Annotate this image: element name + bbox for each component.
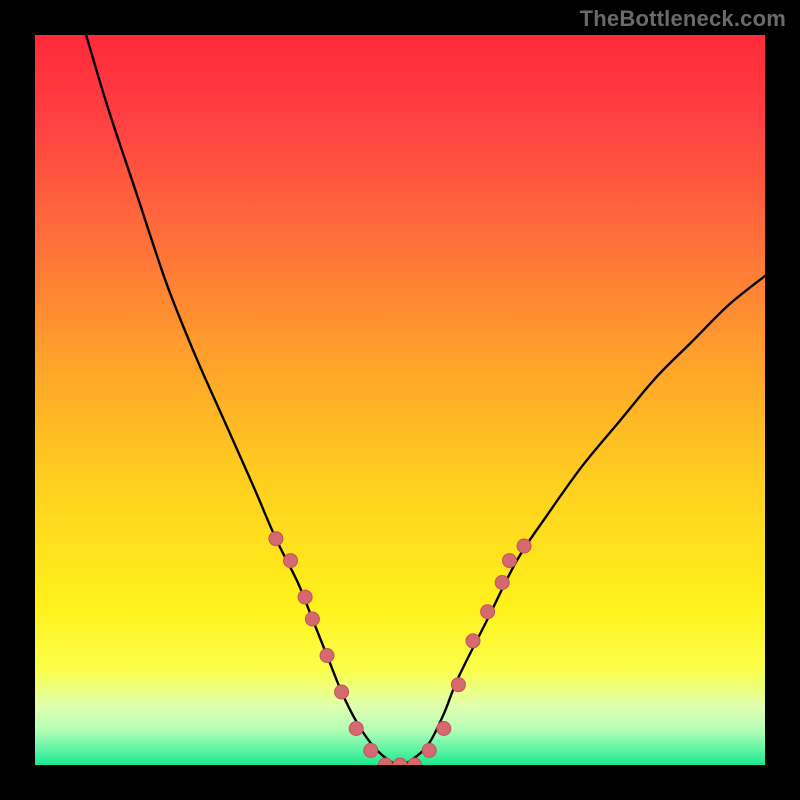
data-point-marker <box>298 590 312 604</box>
data-point-marker <box>481 605 495 619</box>
data-point-marker <box>422 743 436 757</box>
data-point-marker <box>503 554 517 568</box>
data-point-marker <box>451 678 465 692</box>
data-point-marker <box>349 722 363 736</box>
data-point-marker <box>408 758 422 765</box>
data-point-marker <box>269 532 283 546</box>
data-point-marker <box>335 685 349 699</box>
plot-area <box>35 35 765 765</box>
bottleneck-curve <box>35 35 765 765</box>
data-point-marker <box>320 649 334 663</box>
data-point-marker <box>466 634 480 648</box>
data-point-marker <box>305 612 319 626</box>
data-point-marker <box>517 539 531 553</box>
data-point-marker <box>495 576 509 590</box>
chart-frame: TheBottleneck.com <box>0 0 800 800</box>
data-point-marker <box>284 554 298 568</box>
data-point-marker <box>378 758 392 765</box>
data-point-marker <box>364 743 378 757</box>
data-point-marker <box>393 758 407 765</box>
data-point-marker <box>437 722 451 736</box>
watermark-text: TheBottleneck.com <box>580 6 786 32</box>
